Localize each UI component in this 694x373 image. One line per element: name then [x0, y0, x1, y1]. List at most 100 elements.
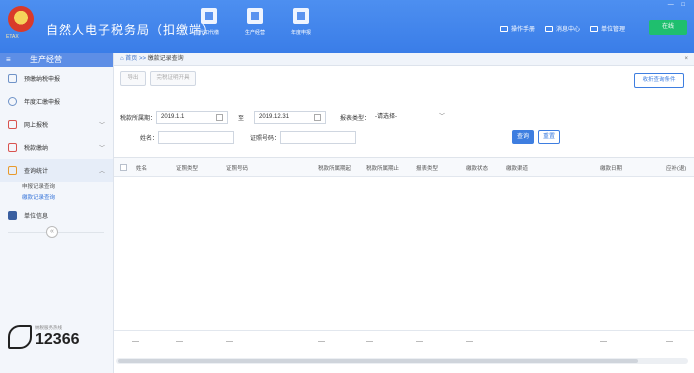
- select-all-checkbox[interactable]: [120, 164, 127, 171]
- top-links: 操作手册 消息中心 单位管理: [500, 24, 625, 33]
- payment-records-table: 姓名 证照类型 证照号码 税款所属期起 税款所属期止 报表类型 缴款状态 缴款渠…: [114, 157, 694, 366]
- col-header-name[interactable]: 姓名: [136, 164, 147, 172]
- sidebar: 生产经营 预缴纳税申报 年度汇缴申报 网上报税 ﹀ 税款缴纳 ﹀ 查询统计 ︿ …: [0, 53, 114, 373]
- sidebar-item-unit-info[interactable]: 单位信息: [0, 204, 113, 227]
- sidebar-item-prepay[interactable]: 预缴纳税申报: [0, 67, 113, 90]
- hotline-logo-icon: [8, 325, 32, 349]
- summary-cell: —: [226, 338, 233, 345]
- app-window: ETAX 自然人电子税务局（扣缴端） 代扣代缴 生产经营 年度申报 操作手册 消…: [0, 0, 694, 373]
- sidebar-subitem-filing-records[interactable]: 申报记录查询: [0, 182, 113, 193]
- name-input[interactable]: [158, 130, 235, 144]
- reset-button[interactable]: 重置: [538, 130, 560, 144]
- col-header-id-number[interactable]: 证照号码: [226, 164, 248, 172]
- calendar-icon[interactable]: [314, 113, 322, 121]
- tax-certificate-button[interactable]: 完税证明开具: [150, 71, 196, 86]
- table-summary-row: — — — — — — — — —: [114, 330, 694, 352]
- message-center-label: 消息中心: [556, 27, 581, 33]
- send-icon: [8, 120, 17, 129]
- table-header: 姓名 证照类型 证照号码 税款所属期起 税款所属期止 报表类型 缴款状态 缴款渠…: [114, 158, 694, 177]
- col-header-report-type[interactable]: 报表类型: [416, 164, 438, 172]
- breadcrumb-current: 缴款记录查询: [147, 56, 184, 62]
- period-to-field[interactable]: 2019.12.31: [254, 110, 327, 124]
- message-center-link[interactable]: 消息中心: [545, 24, 580, 33]
- collapse-sidebar-button[interactable]: «: [46, 226, 58, 238]
- unit-manage-link[interactable]: 单位管理: [590, 24, 625, 33]
- hotline-brand: 纳税服务热线 12366: [8, 325, 80, 349]
- sidebar-header[interactable]: 生产经营: [0, 53, 113, 67]
- filter-row-2: 姓名： 证照号码：: [140, 130, 357, 144]
- col-header-payment-channel[interactable]: 缴款渠道: [506, 164, 528, 172]
- hotline-number: 12366: [35, 331, 80, 348]
- sidebar-item-online-filing[interactable]: 网上报税 ﹀: [0, 113, 113, 136]
- chevron-down-icon: ﹀: [98, 146, 105, 152]
- grid-icon: [8, 211, 17, 220]
- col-header-period-end[interactable]: 税款所属期止: [366, 164, 399, 172]
- building-small-icon: [590, 25, 599, 32]
- summary-cell: —: [600, 338, 607, 345]
- sidebar-item-label: 预缴纳税申报: [24, 77, 61, 83]
- col-header-period-start[interactable]: 税款所属期起: [318, 164, 351, 172]
- summary-cell: —: [416, 338, 423, 345]
- summary-cell: —: [176, 338, 183, 345]
- book-icon: [500, 25, 508, 32]
- sidebar-item-annual[interactable]: 年度汇缴申报: [0, 90, 113, 113]
- breadcrumb: ⌂ 首页 >> 缴款记录查询 ×: [114, 53, 694, 66]
- top-tool-annual[interactable]: 年度申报: [284, 8, 318, 36]
- report-type-value: -请选择-: [375, 113, 398, 120]
- to-label: 至: [238, 115, 245, 122]
- summary-cell: —: [318, 338, 325, 345]
- export-button[interactable]: 导出: [120, 71, 146, 86]
- chevron-up-icon: ︿: [98, 169, 105, 175]
- sidebar-subitem-payment-records[interactable]: 缴款记录查询: [0, 193, 113, 204]
- col-header-refund[interactable]: 应补(退): [666, 164, 686, 172]
- top-tool-withholding[interactable]: 代扣代缴: [192, 8, 226, 36]
- building-icon: [201, 8, 217, 24]
- manual-link[interactable]: 操作手册: [500, 24, 535, 33]
- toolbar: 导出 完税证明开具 收折查询条件: [114, 66, 694, 88]
- top-tool-business[interactable]: 生产经营: [238, 8, 272, 36]
- close-tab-icon[interactable]: ×: [684, 53, 688, 66]
- summary-cell: —: [132, 338, 139, 345]
- title-bar: ETAX 自然人电子税务局（扣缴端） 代扣代缴 生产经营 年度申报 操作手册 消…: [0, 0, 694, 53]
- top-toolbar: 代扣代缴 生产经营 年度申报: [192, 8, 318, 36]
- horizontal-scrollbar[interactable]: [116, 358, 688, 364]
- query-button[interactable]: 查询: [512, 130, 534, 144]
- period-from-value: 2019.1.1: [161, 113, 185, 120]
- app-title: 自然人电子税务局（扣缴端）: [46, 23, 216, 37]
- form-icon: [8, 74, 17, 83]
- breadcrumb-separator: >>: [138, 56, 146, 62]
- summary-cell: —: [366, 338, 373, 345]
- sidebar-item-query-stats[interactable]: 查询统计 ︿: [0, 159, 113, 182]
- sidebar-item-label: 单位信息: [24, 214, 49, 220]
- report-type-label: 报表类型：: [340, 115, 371, 122]
- calendar-icon[interactable]: [216, 113, 224, 121]
- window-controls[interactable]: — □: [668, 2, 688, 8]
- clock-icon: [8, 97, 17, 106]
- money-icon: [8, 143, 17, 152]
- name-label: 姓名：: [140, 135, 159, 142]
- online-status-button[interactable]: 在线: [649, 20, 687, 35]
- fold-filters-button[interactable]: 收折查询条件: [634, 73, 684, 88]
- top-tool-label: 生产经营: [244, 30, 265, 36]
- filter-row-1: 税款所属期： 2019.1.1 至 2019.12.31 报表类型： -请选择-…: [120, 110, 451, 124]
- period-label: 税款所属期：: [120, 115, 157, 122]
- summary-cell: —: [466, 338, 473, 345]
- tax-emblem-icon: [8, 6, 34, 32]
- sidebar-item-payment[interactable]: 税款缴纳 ﹀: [0, 136, 113, 159]
- report-type-select[interactable]: -请选择- ﹀: [370, 110, 451, 124]
- col-header-payment-date[interactable]: 缴款日期: [600, 164, 622, 172]
- col-header-payment-status[interactable]: 缴款状态: [466, 164, 488, 172]
- col-header-id-type[interactable]: 证照类型: [176, 164, 198, 172]
- sidebar-item-label: 税款缴纳: [24, 146, 49, 152]
- factory-icon: [247, 8, 263, 24]
- main-panel: ⌂ 首页 >> 缴款记录查询 × 导出 完税证明开具 收折查询条件 税款所属期：…: [114, 53, 694, 373]
- period-from-field[interactable]: 2019.1.1: [156, 110, 229, 124]
- manual-link-label: 操作手册: [511, 27, 536, 33]
- chevron-down-icon: ﹀: [98, 123, 105, 129]
- summary-cell: —: [666, 338, 673, 345]
- chart-icon: [8, 166, 17, 175]
- breadcrumb-home[interactable]: 首页: [125, 56, 137, 62]
- message-icon: [545, 25, 554, 32]
- id-number-input[interactable]: [280, 130, 357, 144]
- calendar-icon: [293, 8, 309, 24]
